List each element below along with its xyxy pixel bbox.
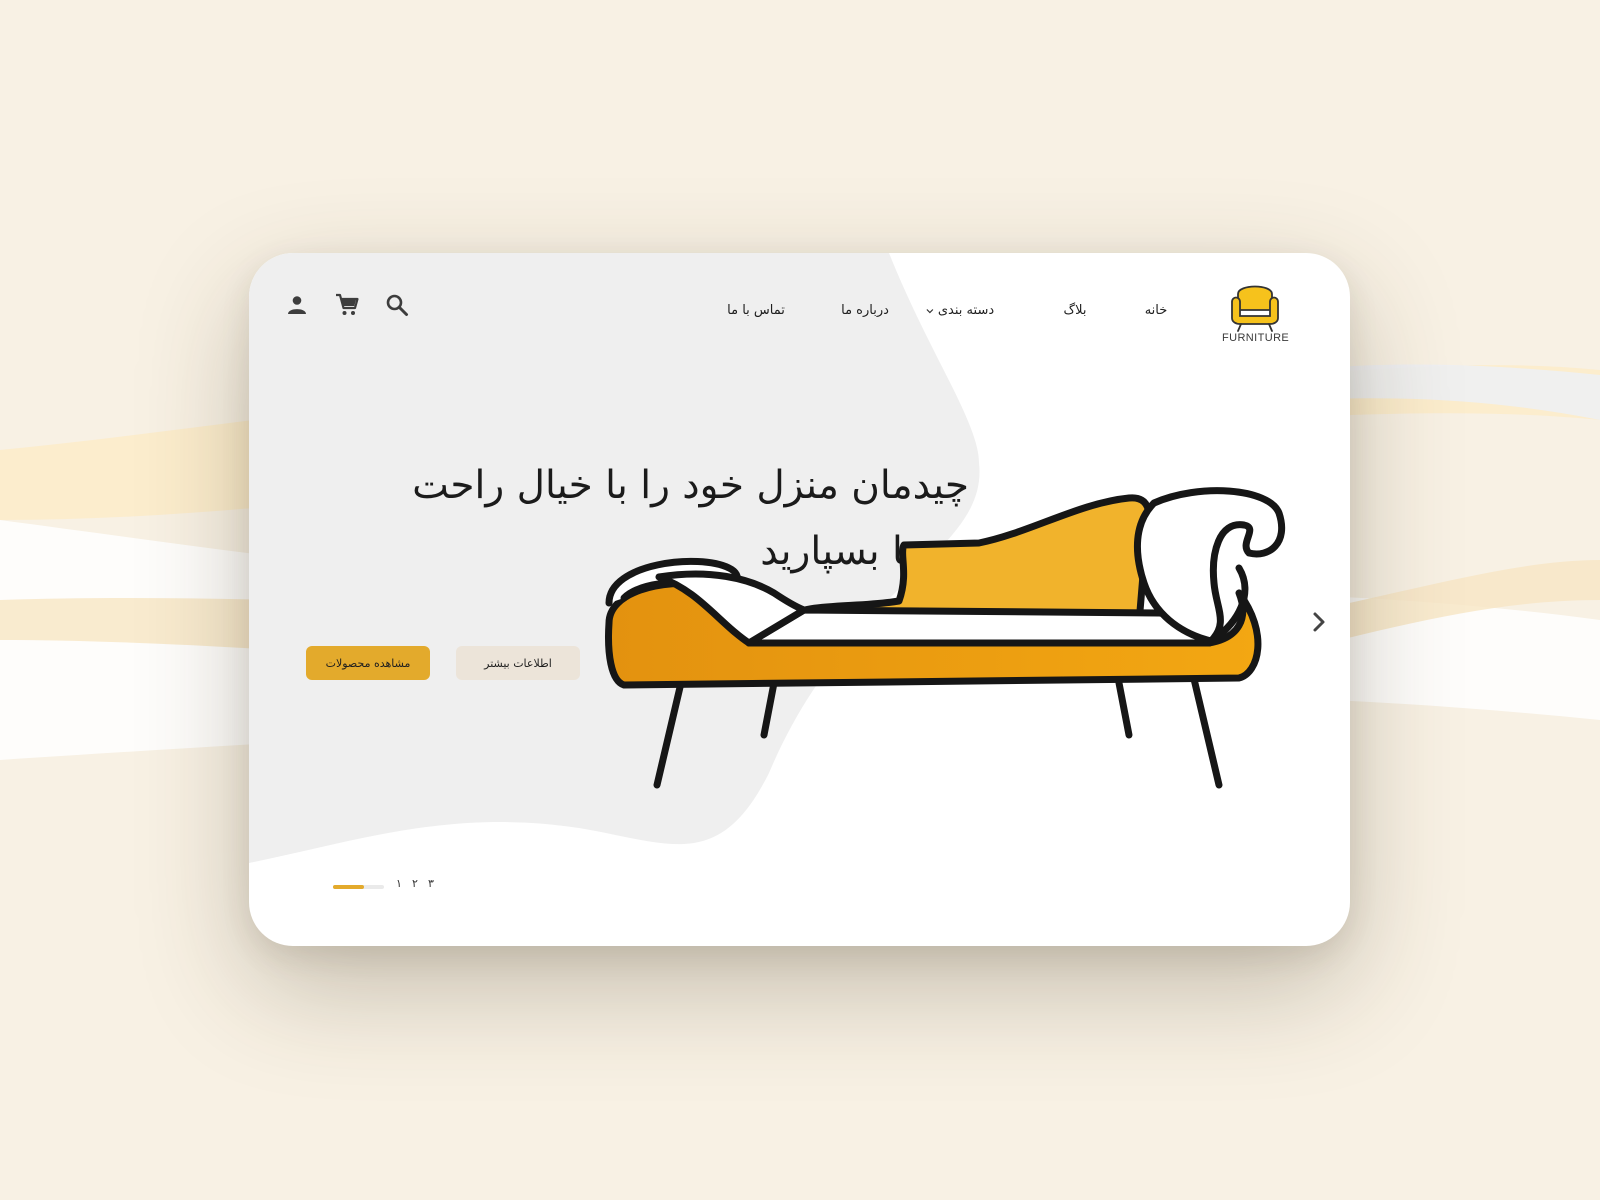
cart-icon[interactable]	[335, 293, 359, 317]
chevron-down-icon	[926, 308, 934, 313]
nav-item-about[interactable]: درباره ما	[841, 303, 889, 318]
slider-page-1[interactable]: ۱	[396, 877, 402, 890]
more-info-button[interactable]: اطلاعات بیشتر	[456, 646, 580, 680]
nav-item-categories[interactable]: دسته بندی	[926, 303, 994, 318]
user-icon[interactable]	[285, 293, 309, 317]
slider-page-3[interactable]: ۳	[428, 877, 434, 890]
logo-text: FURNITURE	[1222, 332, 1290, 344]
chevron-right-icon[interactable]	[1308, 611, 1330, 633]
nav-item-blog[interactable]: بلاگ	[1063, 303, 1086, 318]
armchair-logo-icon	[1231, 285, 1279, 332]
search-icon[interactable]	[385, 293, 409, 317]
chaise-sofa-illustration	[605, 487, 1286, 789]
view-products-button[interactable]: مشاهده محصولات	[306, 646, 430, 680]
header-actions	[285, 293, 409, 317]
nav-item-home[interactable]: خانه	[1145, 303, 1168, 318]
hero-card: خانه بلاگ دسته بندی درباره ما تماس با ما…	[249, 253, 1350, 946]
slider-page-2[interactable]: ۲	[412, 877, 418, 890]
nav-item-categories-label: دسته بندی	[937, 303, 995, 318]
brand-logo[interactable]: FURNITURE	[1222, 280, 1290, 350]
nav-item-contact[interactable]: تماس با ما	[727, 303, 785, 318]
slider-progress-fill	[333, 885, 364, 889]
